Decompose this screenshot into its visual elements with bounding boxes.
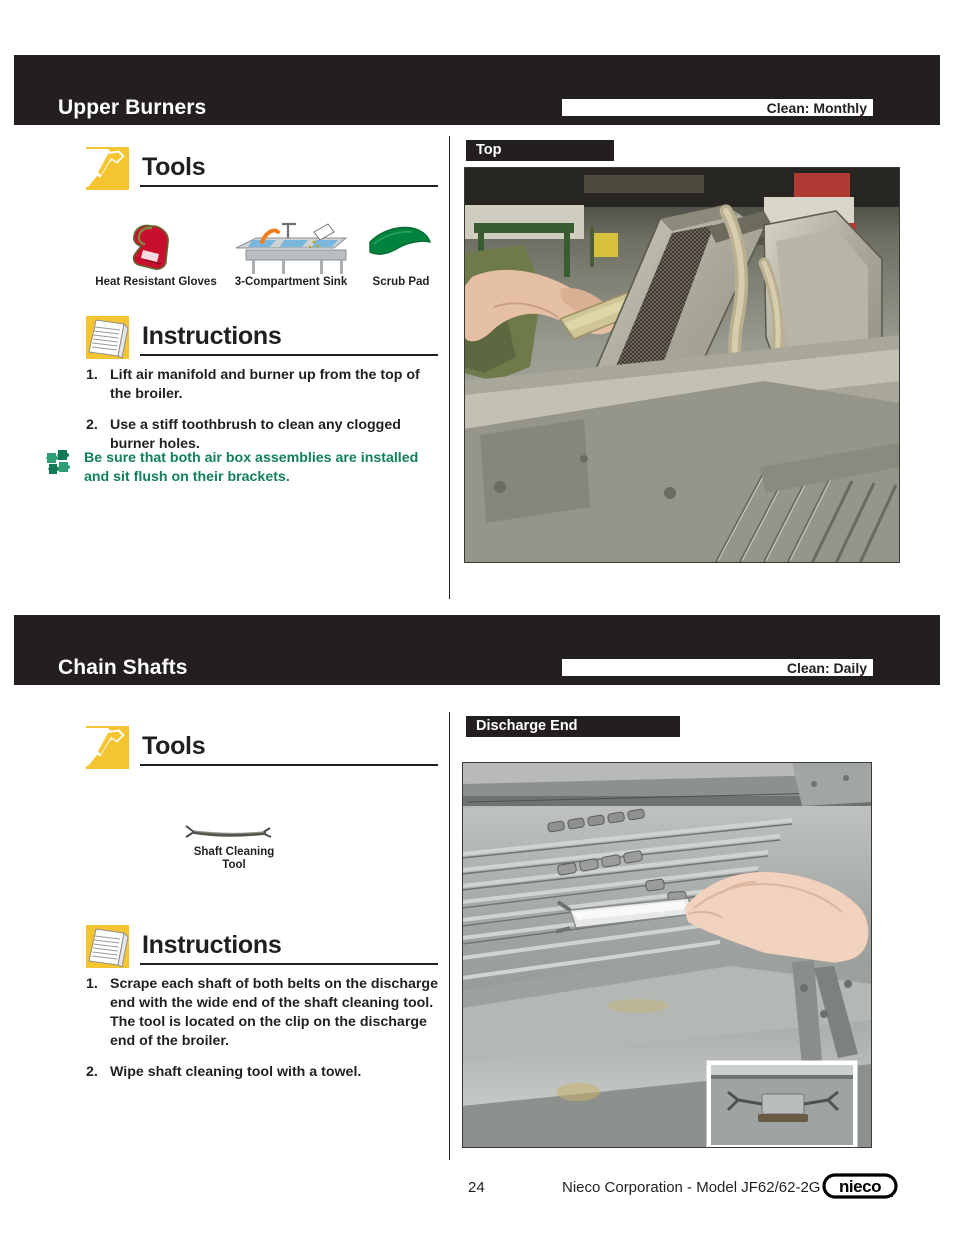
clean-frequency-chip-chain-shafts: Clean: Daily	[561, 658, 874, 677]
instruction-step: 1. Scrape each shaft of both belts on th…	[86, 975, 438, 1051]
instructions-heading-rule	[140, 354, 438, 356]
step-text: Scrape each shaft of both belts on the d…	[110, 976, 438, 1049]
photo-label-discharge-end: Discharge End	[466, 716, 680, 737]
page-number: 24	[468, 1179, 485, 1196]
column-divider-section-2	[449, 712, 451, 1160]
tool-item-gloves: Heat Resistant Gloves	[92, 218, 220, 289]
tool-item-scrub-pad: Scrub Pad	[364, 218, 438, 289]
clean-frequency-label: Clean: Daily	[786, 660, 867, 676]
tools-heading-rule	[140, 185, 438, 187]
instruction-steps-2: 1. Scrape each shaft of both belts on th…	[86, 975, 438, 1093]
step-number: 2.	[86, 1063, 98, 1080]
tool-label: 3-Compartment Sink	[234, 276, 348, 288]
section-title-chain-shafts: Chain Shafts	[58, 656, 188, 679]
photo-label-text: Discharge End	[476, 718, 578, 734]
instructions-heading-rule	[140, 963, 438, 965]
scrub-pad-icon	[364, 218, 438, 276]
photo-label-text: Top	[476, 142, 502, 158]
tool-item-sink: 3-Compartment Sink	[222, 218, 360, 289]
clean-frequency-label: Clean: Monthly	[766, 100, 867, 116]
step-text: Lift air manifold and burner up from the…	[110, 367, 420, 402]
instruction-step: 1. Lift air manifold and burner up from …	[86, 366, 436, 404]
puzzle-piece-icon	[45, 449, 76, 477]
tools-row-1: Heat Resistant Gloves 3-Compartment Sink…	[86, 218, 438, 296]
step-number: 1.	[86, 976, 98, 992]
nieco-logo: nieco	[822, 1172, 898, 1200]
instructions-heading-label: Instructions	[142, 931, 282, 959]
step-number: 2.	[86, 416, 98, 433]
photo-label-top: Top	[466, 140, 614, 161]
column-divider-section-1	[449, 136, 451, 599]
tools-heading-label: Tools	[142, 732, 206, 760]
tools-heading-label: Tools	[142, 153, 206, 181]
instruction-step: 2. Use a stiff toothbrush to clean any c…	[86, 416, 436, 454]
tool-label: Shaft Cleaning Tool	[193, 846, 275, 872]
tools-heading-rule	[140, 764, 438, 766]
photo-upper-burners-top	[464, 167, 900, 563]
step-text: Use a stiff toothbrush to clean any clog…	[110, 416, 401, 452]
section-title-upper-burners: Upper Burners	[58, 96, 207, 119]
tools-row-2: Shaft Cleaning Tool	[86, 818, 438, 878]
instruction-step: 2. Wipe shaft cleaning tool with a towel…	[86, 1063, 438, 1082]
clean-frequency-chip-upper-burners: Clean: Monthly	[561, 98, 874, 117]
shaft-cleaning-tool-icon	[172, 818, 296, 846]
note-text-1: Be sure that both air box assemblies are…	[84, 450, 419, 485]
svg-text:nieco: nieco	[839, 1177, 881, 1196]
step-number: 1.	[86, 367, 98, 383]
photo-chain-shafts-discharge-end	[462, 762, 872, 1148]
hammer-icon	[86, 726, 129, 769]
tool-item-shaft-cleaning-tool: Shaft Cleaning Tool	[172, 818, 296, 872]
gloves-icon	[92, 218, 220, 276]
instructions-heading-label: Instructions	[142, 322, 282, 350]
instructions-paper-icon	[86, 925, 129, 968]
step-text: Wipe shaft cleaning tool with a towel.	[110, 1063, 362, 1080]
document-page: Upper Burners Clean: Monthly Tools Heat …	[0, 0, 954, 1235]
instructions-paper-icon	[86, 316, 129, 359]
sink-icon	[222, 218, 360, 276]
hammer-icon	[86, 147, 129, 190]
footer-company-model: Nieco Corporation - Model JF62/62-2G	[562, 1179, 821, 1196]
